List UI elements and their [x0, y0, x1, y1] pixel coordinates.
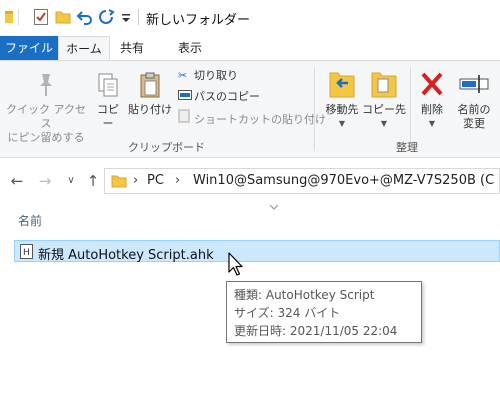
breadcrumb-chevron-icon[interactable]: ›	[133, 173, 138, 188]
delete-x-icon	[414, 67, 450, 103]
svg-text:H: H	[23, 248, 30, 258]
file-info-tooltip: 種類: AutoHotkey Script サイズ: 324 バイト 更新日時:…	[226, 281, 422, 343]
folder-icon	[111, 173, 127, 192]
chevron-down-icon: ▼	[380, 119, 388, 128]
organize-group-label: 整理	[396, 141, 418, 154]
copy-button[interactable]: コピー	[92, 71, 124, 131]
copy-to-button[interactable]: コピー先 ▼	[362, 67, 406, 131]
breadcrumb-drive[interactable]: Win10@Samsung@970Evo+@MZ-V7S250B (C	[193, 173, 494, 188]
forward-arrow-icon[interactable]: →	[36, 172, 54, 190]
toolbar-divider	[18, 9, 19, 25]
tab-share[interactable]: 共有	[112, 36, 152, 60]
rename-button[interactable]: 名前の 変更	[452, 67, 496, 131]
move-to-button[interactable]: 移動先 ▼	[320, 67, 364, 131]
file-name[interactable]: 新規 AutoHotkey Script.ahk	[38, 244, 214, 263]
ahk-script-file-icon: H	[20, 244, 33, 259]
paste-shortcut-icon	[178, 109, 194, 129]
scissors-icon: ✂	[178, 69, 188, 82]
chevron-down-icon: ▼	[338, 119, 346, 128]
copy-path-button[interactable]: パスのコピー	[178, 88, 260, 106]
chevron-down-icon: ▼	[428, 119, 436, 128]
back-arrow-icon[interactable]: ←	[8, 172, 26, 190]
breadcrumb-chevron-icon[interactable]: ›	[175, 173, 180, 188]
copy-label: コピー	[97, 103, 119, 130]
properties-icon[interactable]	[32, 8, 50, 26]
sort-chevron-icon[interactable]	[268, 200, 280, 210]
cut-button[interactable]: ✂ 切り取り	[178, 67, 238, 85]
folder-small-icon	[4, 8, 22, 26]
copy-to-label: コピー先	[362, 103, 406, 116]
group-divider	[314, 67, 315, 151]
ribbon: クイック アクセス にピン留めする コピー 貼り付け ✂ 切り取り パスのコピー …	[0, 60, 500, 158]
move-to-icon	[320, 67, 364, 103]
clipboard-group-label: クリップボード	[128, 141, 205, 154]
breadcrumb-pc[interactable]: PC	[147, 173, 164, 188]
tooltip-modified: 更新日時: 2021/11/05 22:04	[234, 324, 398, 338]
delete-button[interactable]: 削除 ▼	[414, 67, 450, 131]
copy-path-label: パスのコピー	[194, 90, 260, 103]
undo-icon[interactable]	[76, 8, 94, 26]
pin-quick-access-button[interactable]: クイック アクセス にピン留めする	[4, 71, 88, 145]
title-divider	[138, 9, 139, 25]
paste-label: 貼り付け	[128, 103, 172, 116]
tab-home[interactable]: ホーム	[58, 36, 110, 60]
move-to-label: 移動先	[325, 103, 359, 116]
cut-label: 切り取り	[194, 69, 238, 82]
paste-shortcut-button[interactable]: ショートカットの貼り付け	[178, 109, 326, 127]
up-arrow-icon[interactable]: ↑	[84, 172, 102, 190]
paste-shortcut-label: ショートカットの貼り付け	[194, 113, 326, 126]
ribbon-tabs: ファイル ホーム 共有 表示	[0, 36, 500, 60]
mouse-pointer-icon	[228, 252, 244, 280]
rename-icon	[452, 67, 496, 103]
copy-path-icon	[178, 88, 194, 106]
tooltip-type: 種類: AutoHotkey Script	[234, 288, 375, 302]
copy-to-icon	[362, 67, 406, 103]
copy-icon	[92, 71, 124, 103]
column-header-name[interactable]: 名前	[18, 212, 42, 229]
tab-view[interactable]: 表示	[165, 36, 215, 60]
redo-icon[interactable]	[98, 8, 116, 26]
pin-icon	[4, 71, 88, 103]
chevron-down-icon[interactable]	[120, 8, 138, 26]
title-bar: 新しいフォルダー	[0, 0, 500, 36]
pin-label: クイック アクセス にピン留めする	[6, 103, 86, 144]
paste-icon	[128, 71, 172, 103]
paste-button[interactable]: 貼り付け	[128, 71, 172, 117]
tooltip-size: サイズ: 324 バイト	[234, 306, 341, 320]
recent-locations-chevron-icon[interactable]: ∨	[62, 172, 80, 190]
window-title: 新しいフォルダー	[146, 13, 251, 28]
delete-label: 削除	[421, 103, 443, 116]
address-bar[interactable]: › PC › Win10@Samsung@970Evo+@MZ-V7S250B …	[104, 168, 500, 194]
rename-label: 名前の 変更	[457, 103, 491, 130]
tab-file[interactable]: ファイル	[0, 36, 58, 60]
new-folder-icon[interactable]	[54, 8, 72, 26]
